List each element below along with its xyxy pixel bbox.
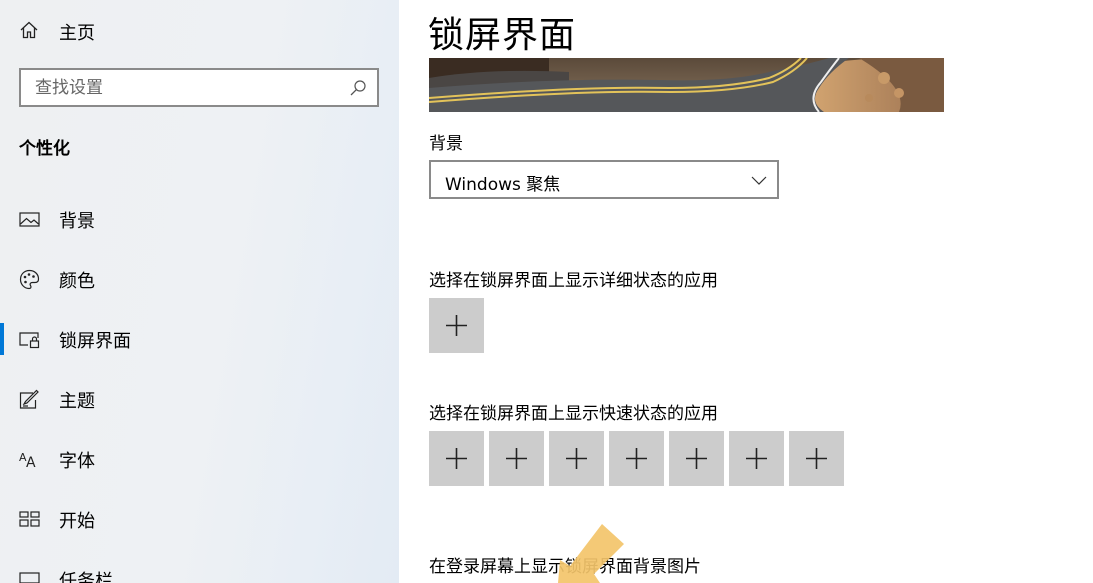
home-label: 主页 (59, 23, 95, 44)
pointer-arrow-icon (558, 524, 624, 583)
sidebar-item-lock-screen[interactable]: 锁屏界面 (0, 315, 399, 363)
plus-icon (446, 448, 467, 469)
sidebar-item-label: 锁屏界面 (59, 331, 131, 352)
add-quick-status-app-button[interactable] (789, 431, 844, 486)
plus-icon (566, 448, 587, 469)
sidebar-item-colors[interactable]: 颜色 (0, 255, 399, 303)
sidebar-item-taskbar[interactable]: 任务栏 (0, 555, 399, 583)
quick-status-label: 选择在锁屏界面上显示快速状态的应用 (429, 404, 718, 424)
road-landscape-image (429, 58, 944, 112)
section-title: 个性化 (19, 139, 70, 159)
detailed-status-label: 选择在锁屏界面上显示详细状态的应用 (429, 271, 718, 291)
start-icon (19, 511, 40, 527)
background-select-value: Windows 聚焦 (445, 175, 561, 195)
font-icon: A A (19, 451, 36, 470)
add-quick-status-app-button[interactable] (729, 431, 784, 486)
sidebar-item-label: 开始 (59, 511, 95, 532)
home-icon (20, 21, 38, 39)
add-quick-status-app-button[interactable] (429, 431, 484, 486)
plus-icon (806, 448, 827, 469)
add-detailed-status-app-button[interactable] (429, 298, 484, 353)
page-title: 锁屏界面 (428, 15, 577, 56)
sidebar-item-themes[interactable]: 主题 (0, 375, 399, 423)
theme-icon (19, 389, 39, 409)
add-quick-status-app-button[interactable] (609, 431, 664, 486)
background-select[interactable]: Windows 聚焦 (429, 160, 779, 199)
sidebar-item-fonts[interactable]: A A 字体 (0, 435, 399, 483)
plus-icon (746, 448, 767, 469)
sidebar-item-label: 颜色 (59, 271, 95, 292)
taskbar-icon (19, 572, 40, 583)
add-quick-status-app-button[interactable] (669, 431, 724, 486)
sidebar-item-background[interactable]: 背景 (0, 195, 399, 243)
plus-icon (626, 448, 647, 469)
active-indicator (0, 323, 4, 355)
plus-icon (446, 315, 467, 336)
sidebar-item-label: 任务栏 (59, 571, 113, 583)
svg-text:A: A (26, 455, 36, 470)
search-icon[interactable] (349, 79, 367, 97)
plus-icon (506, 448, 527, 469)
palette-icon (19, 269, 40, 290)
sidebar-item-label: 背景 (59, 211, 95, 232)
sidebar-item-label: 字体 (59, 451, 95, 472)
add-quick-status-app-button[interactable] (549, 431, 604, 486)
add-quick-status-app-button[interactable] (489, 431, 544, 486)
sidebar-item-start[interactable]: 开始 (0, 495, 399, 543)
picture-icon (19, 212, 40, 227)
chevron-down-icon (751, 176, 767, 185)
sidebar-item-label: 主题 (59, 391, 95, 412)
search-input[interactable] (21, 70, 341, 105)
sidebar: 主页 个性化 背景 颜色 锁 (0, 0, 399, 583)
lock-screen-preview (429, 58, 944, 112)
background-label: 背景 (429, 134, 463, 154)
lock-screen-icon (19, 332, 40, 349)
plus-icon (686, 448, 707, 469)
search-box[interactable] (19, 68, 379, 107)
home-nav[interactable]: 主页 (19, 15, 95, 45)
